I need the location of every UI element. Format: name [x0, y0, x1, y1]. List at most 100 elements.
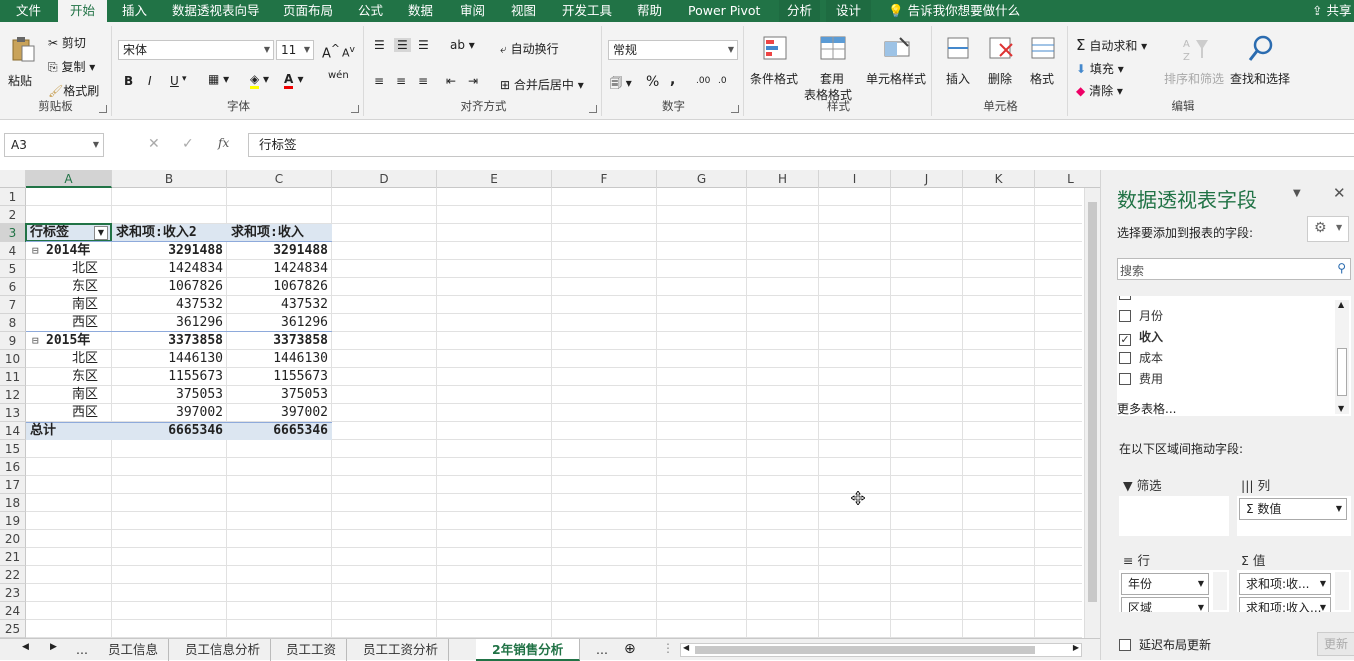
select-all-corner[interactable]	[0, 170, 26, 188]
chevron-down-icon[interactable]: ▼	[93, 134, 99, 156]
comma-button[interactable]: ,	[670, 72, 675, 88]
row-header[interactable]: 13	[0, 404, 26, 422]
tab-home[interactable]: 开始	[58, 0, 108, 22]
filters-drop-area[interactable]	[1119, 496, 1229, 536]
field-list-scrollbar[interactable]: ▲ ▼	[1335, 300, 1349, 414]
scroll-right-icon[interactable]: ▶	[50, 642, 57, 652]
row-header[interactable]: 14	[0, 422, 26, 440]
column-header[interactable]: H	[747, 170, 819, 188]
paste-button[interactable]: 粘贴	[6, 32, 40, 92]
settings-button[interactable]: ⚙ ▼	[1307, 216, 1349, 242]
cancel-icon[interactable]: ✕	[148, 136, 160, 152]
row-header[interactable]: 2	[0, 206, 26, 224]
number-launcher[interactable]	[731, 105, 739, 113]
column-header[interactable]: L	[1035, 170, 1100, 188]
tab-formulas[interactable]: 公式	[352, 0, 389, 22]
column-header[interactable]: K	[963, 170, 1035, 188]
row-header[interactable]: 5	[0, 260, 26, 278]
scroll-left-icon[interactable]: ◀	[22, 642, 29, 652]
insert-function-icon[interactable]: fx	[218, 136, 229, 150]
row-header[interactable]: 10	[0, 350, 26, 368]
defer-update-checkbox[interactable]: 延迟布局更新	[1119, 636, 1211, 653]
copy-button[interactable]: ⎘ 复制 ▾	[48, 58, 95, 75]
tab-pivot-wizard[interactable]: 数据透视表向导	[166, 0, 266, 22]
values-drop-area[interactable]: 求和项:收... ▼ 求和项:收入... ▼	[1237, 570, 1351, 612]
values-area-scrollbar[interactable]	[1335, 572, 1349, 610]
collapse-toggle-icon[interactable]: ⊟	[32, 242, 39, 260]
column-header[interactable]: A	[26, 170, 112, 188]
align-bottom-icon[interactable]: ☰	[418, 38, 429, 52]
tab-developer[interactable]: 开发工具	[556, 0, 618, 22]
add-sheet-icon[interactable]: ⊕	[624, 641, 636, 657]
formula-input[interactable]: 行标签	[248, 133, 1354, 157]
font-size-select[interactable]: 11 ▼	[276, 40, 314, 60]
sheet-tab[interactable]: 员工工资分析	[353, 639, 450, 661]
decrease-indent-icon[interactable]: ⇤	[446, 74, 456, 88]
columns-drop-area[interactable]: Σ 数值 ▼	[1237, 496, 1351, 536]
row-header[interactable]: 11	[0, 368, 26, 386]
italic-button[interactable]: I	[148, 74, 152, 88]
cell-styles-button[interactable]: 单元格样式	[864, 32, 930, 98]
format-cells-button[interactable]: 格式	[1022, 32, 1064, 98]
font-launcher[interactable]	[351, 105, 359, 113]
values-field-chip[interactable]: 求和项:收... ▼	[1239, 573, 1331, 595]
increase-indent-icon[interactable]: ⇥	[468, 74, 478, 88]
scroll-right-arrow-icon[interactable]: ▶	[1073, 643, 1079, 652]
align-right-icon[interactable]: ≡	[418, 74, 428, 88]
phonetic-button[interactable]: wén	[328, 70, 349, 81]
row-header[interactable]: 25	[0, 620, 26, 638]
tab-splitter[interactable]: ⋮	[662, 641, 674, 655]
sheet-tab[interactable]: 员工信息	[98, 639, 170, 661]
enter-icon[interactable]: ✓	[182, 136, 194, 152]
fill-color-icon[interactable]: ◈ ▾	[250, 72, 269, 89]
scroll-up-icon[interactable]: ▲	[1338, 300, 1344, 309]
row-header[interactable]: 3	[0, 224, 26, 242]
row-header[interactable]: 12	[0, 386, 26, 404]
tell-me-box[interactable]: 💡 告诉我你想要做什么	[882, 0, 1026, 22]
row-header[interactable]: 7	[0, 296, 26, 314]
columns-field-chip[interactable]: Σ 数值 ▼	[1239, 498, 1347, 520]
tab-review[interactable]: 审阅	[454, 0, 491, 22]
row-label-filter-button[interactable]: ▼	[94, 226, 108, 240]
sheet-tab-more-left[interactable]: ...	[70, 639, 94, 661]
row-header[interactable]: 4	[0, 242, 26, 260]
field-list-item[interactable]: 费用	[1119, 370, 1163, 387]
alignment-launcher[interactable]	[589, 105, 597, 113]
close-icon[interactable]: ✕	[1333, 184, 1346, 202]
row-header[interactable]: 23	[0, 584, 26, 602]
clear-button[interactable]: ◆ 清除 ▾	[1076, 82, 1123, 99]
wrap-text-button[interactable]: ⤶ 自动换行	[500, 40, 559, 57]
align-middle-icon[interactable]: ☰	[394, 38, 411, 52]
tab-design[interactable]: 设计	[826, 0, 872, 22]
tab-power-pivot[interactable]: Power Pivot	[682, 0, 766, 22]
underline-dropdown[interactable]: ▾	[182, 74, 187, 84]
more-tables-link[interactable]: 更多表格...	[1117, 400, 1176, 417]
insert-cells-button[interactable]: 插入	[938, 32, 980, 98]
find-select-button[interactable]: 查找和选择	[1228, 32, 1292, 98]
tab-view[interactable]: 视图	[505, 0, 542, 22]
row-header[interactable]: 22	[0, 566, 26, 584]
scroll-left-arrow-icon[interactable]: ◀	[683, 643, 689, 652]
row-header[interactable]: 24	[0, 602, 26, 620]
column-header[interactable]: F	[552, 170, 657, 188]
format-painter-button[interactable]: 🖌格式刷	[48, 82, 99, 99]
row-header[interactable]: 9	[0, 332, 26, 350]
column-header[interactable]: C	[227, 170, 332, 188]
update-button[interactable]: 更新	[1317, 632, 1354, 656]
column-header[interactable]: B	[112, 170, 227, 188]
underline-button[interactable]: U	[170, 74, 179, 88]
collapse-toggle-icon[interactable]: ⊟	[32, 332, 39, 350]
increase-decimal-icon[interactable]: .00	[696, 76, 710, 86]
merge-center-button[interactable]: ⊞ 合并后居中 ▾	[500, 76, 584, 93]
format-as-table-button[interactable]: 套用 表格格式	[804, 32, 864, 102]
border-icon[interactable]: ▦ ▾	[208, 72, 229, 86]
field-search-input[interactable]: 搜索 ⚲	[1117, 258, 1351, 280]
row-header[interactable]: 19	[0, 512, 26, 530]
grow-font-button[interactable]: A^	[322, 42, 340, 61]
delete-cells-button[interactable]: 删除	[980, 32, 1022, 98]
tab-insert[interactable]: 插入	[116, 0, 153, 22]
row-header[interactable]: 21	[0, 548, 26, 566]
column-header[interactable]: E	[437, 170, 552, 188]
column-header[interactable]: D	[332, 170, 437, 188]
row-header[interactable]: 20	[0, 530, 26, 548]
